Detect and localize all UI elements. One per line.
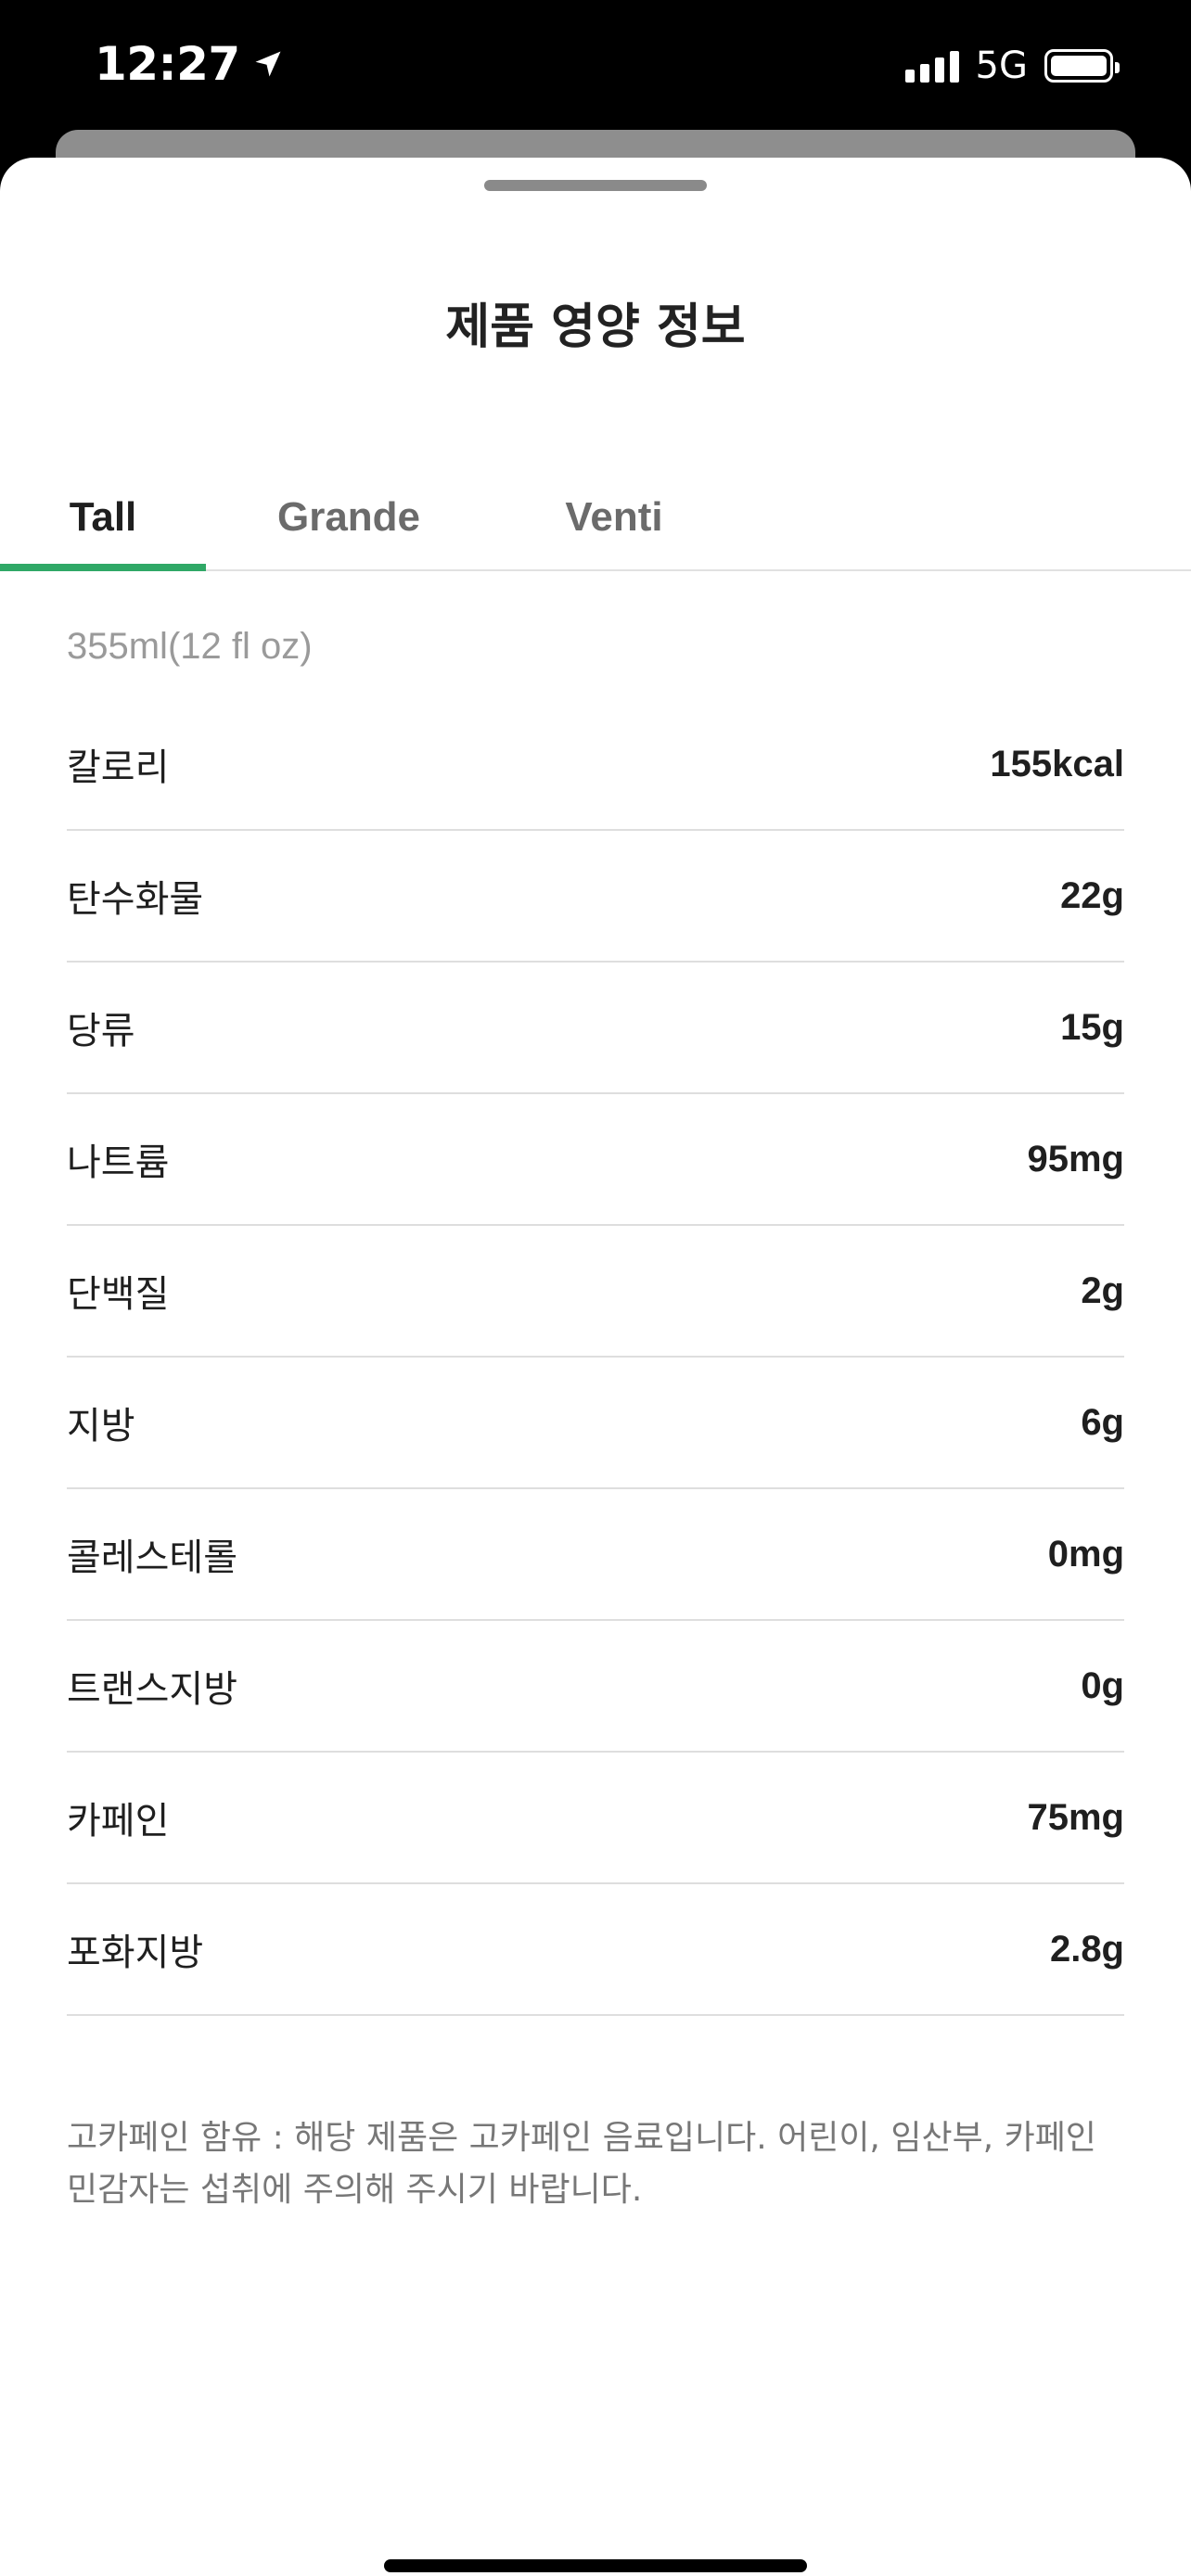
nutrition-row: 탄수화물 22g: [67, 831, 1124, 963]
nutrition-label: 지방: [67, 1405, 135, 1447]
tab-label: Venti: [565, 494, 663, 540]
nutrition-row: 콜레스테롤 0mg: [67, 1489, 1124, 1621]
nutrition-label: 칼로리: [67, 746, 170, 789]
caffeine-notice: 고카페인 함유 : 해당 제품은 고카페인 음료입니다. 어린이, 임산부, 카…: [67, 2112, 1124, 2216]
size-info: 355ml(12 fl oz): [67, 626, 313, 667]
status-bar: 12:27 5G: [0, 0, 1191, 139]
notice-line: 민감자는 섭취에 주의해 주시기 바랍니다.: [67, 2171, 643, 2209]
nutrition-label: 카페인: [67, 1800, 170, 1843]
battery-icon: [1044, 49, 1120, 83]
nutrition-row: 트랜스지방 0g: [67, 1621, 1124, 1753]
nutrition-value: 155kcal: [990, 743, 1124, 784]
nutrition-label: 트랜스지방: [67, 1668, 237, 1711]
nutrition-label: 포화지방: [67, 1932, 204, 1974]
tab-label: Tall: [69, 494, 137, 540]
nutrition-row: 단백질 2g: [67, 1226, 1124, 1358]
signal-bars-icon: [904, 49, 959, 83]
nutrition-row: 포화지방 2.8g: [67, 1884, 1124, 2016]
nutrition-label: 나트륨: [67, 1141, 170, 1184]
nutrition-value: 75mg: [1027, 1796, 1125, 1838]
nutrition-row: 칼로리 155kcal: [67, 699, 1124, 831]
nutrition-label: 단백질: [67, 1273, 170, 1316]
sheet-title: 제품 영양 정보: [445, 300, 746, 355]
nutrition-value: 2g: [1081, 1269, 1124, 1311]
tab-grande[interactable]: Grande: [250, 464, 447, 571]
nutrition-label: 당류: [67, 1010, 135, 1052]
nutrition-label: 콜레스테롤: [67, 1537, 237, 1579]
tab-venti[interactable]: Venti: [525, 464, 703, 571]
nutrition-row: 지방 6g: [67, 1358, 1124, 1489]
time-label: 12:27: [95, 37, 240, 91]
active-tab-indicator: [0, 564, 206, 571]
status-time: 12:27: [95, 37, 285, 91]
nutrition-row: 당류 15g: [67, 963, 1124, 1094]
nutrition-row: 나트륨 95mg: [67, 1094, 1124, 1226]
sheet-grabber[interactable]: [484, 180, 707, 191]
status-right: 5G: [904, 45, 1120, 87]
tab-tall[interactable]: Tall: [0, 464, 206, 571]
network-label: 5G: [975, 45, 1028, 87]
nutrition-label: 탄수화물: [67, 878, 204, 921]
nutrition-value: 6g: [1081, 1401, 1124, 1443]
nutrition-value: 15g: [1060, 1006, 1124, 1048]
nutrition-value: 22g: [1060, 874, 1124, 916]
nutrition-value: 95mg: [1027, 1138, 1125, 1180]
notice-line: 고카페인 함유 : 해당 제품은 고카페인 음료입니다. 어린이, 임산부, 카…: [67, 2119, 1096, 2157]
nutrition-value: 2.8g: [1049, 1928, 1124, 1970]
nutrition-list: 칼로리 155kcal 탄수화물 22g 당류 15g 나트륨 95mg 단백질…: [67, 699, 1124, 2016]
location-arrow-icon: [255, 51, 281, 77]
size-tabs: Tall Grande Venti: [0, 464, 1191, 571]
nutrition-value: 0mg: [1047, 1533, 1124, 1575]
tab-label: Grande: [276, 494, 421, 540]
home-indicator[interactable]: [384, 2559, 807, 2572]
nutrition-sheet: 제품 영양 정보 Tall Grande Venti 355ml(12 fl o…: [0, 158, 1191, 2576]
nutrition-row: 카페인 75mg: [67, 1753, 1124, 1884]
nutrition-value: 0g: [1081, 1664, 1124, 1706]
